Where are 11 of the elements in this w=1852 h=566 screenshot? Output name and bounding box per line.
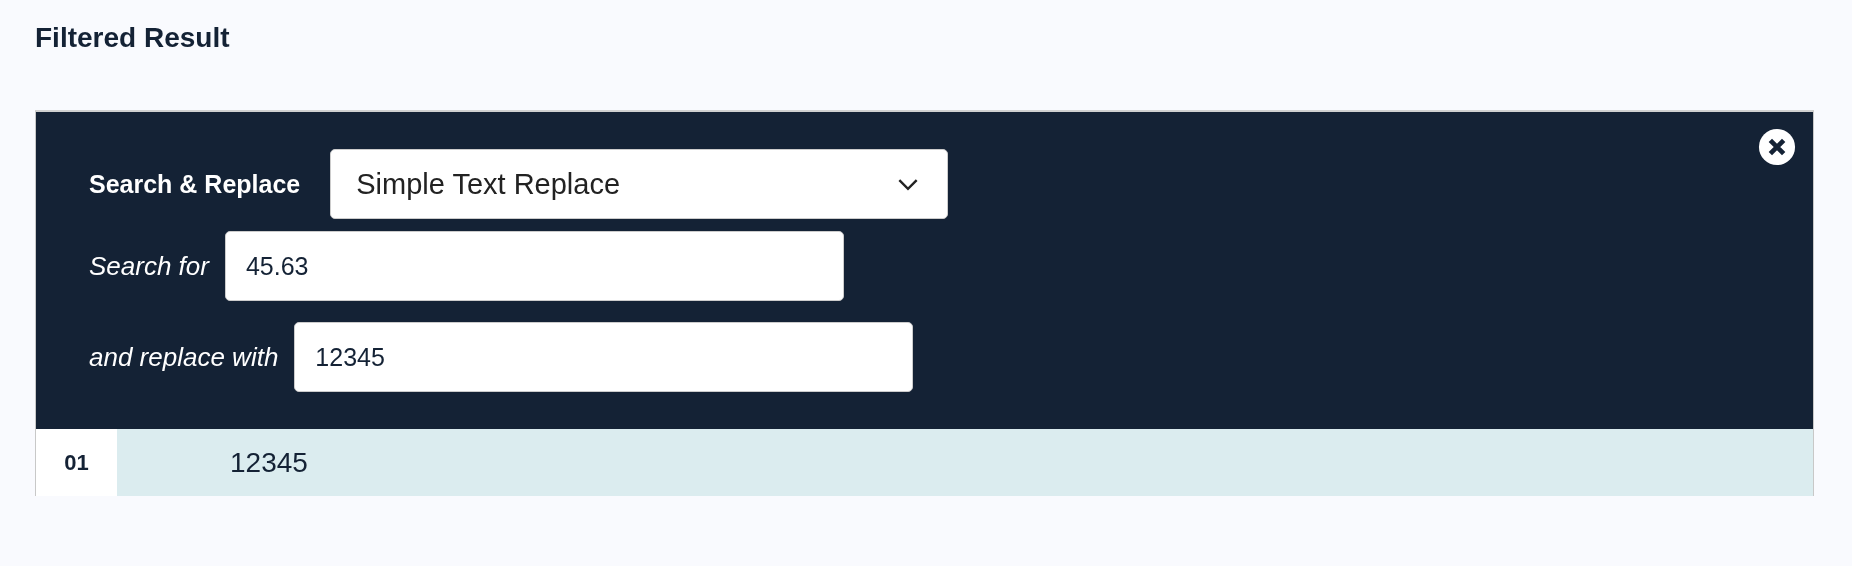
- line-number: 01: [36, 429, 117, 496]
- panel-title: Search & Replace: [89, 169, 301, 199]
- input-field[interactable]: 12345: [294, 322, 914, 392]
- input-field[interactable]: 45.63: [224, 231, 844, 301]
- close-icon[interactable]: [1758, 128, 1796, 166]
- mode-dropdown[interactable]: Simple Text Replace: [330, 149, 949, 219]
- result-cell: 12345: [230, 446, 308, 479]
- field-label: Search for: [89, 250, 209, 282]
- field-label: and replace with: [89, 341, 279, 373]
- caret-icon: [897, 177, 920, 191]
- section-heading: Filtered Result: [34, 21, 231, 55]
